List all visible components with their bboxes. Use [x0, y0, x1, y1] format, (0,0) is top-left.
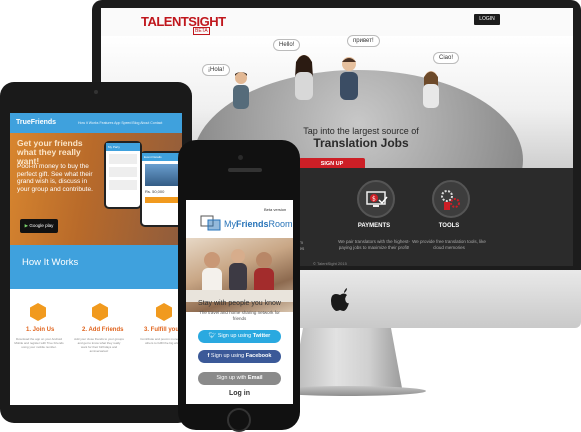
imac-stand: [292, 328, 402, 388]
iphone-camera: [238, 155, 243, 160]
app-amount: Rs. 50,000: [145, 189, 165, 194]
speech-bubble: привет!: [347, 35, 380, 47]
google-play-button[interactable]: ▶ Google play: [20, 219, 58, 233]
myfriendsroom-logo[interactable]: MyFriendsRoom: [224, 219, 293, 229]
app-card: [109, 167, 137, 177]
step-title: 3. Fulfill you: [144, 327, 180, 333]
truefriends-menu[interactable]: How it Works Features App Speed Blog Abo…: [78, 121, 162, 125]
travel-tagline: The travel and home sharing network for …: [199, 310, 280, 321]
feature-desc: We provide free translation tools, like …: [412, 239, 486, 250]
logo-my: My: [224, 219, 236, 229]
iphone-home-button[interactable]: [227, 408, 251, 432]
button-label-bold: Facebook: [245, 353, 272, 359]
app-card: [109, 154, 137, 164]
signup-twitter-button[interactable]: 🐦︎ Sign up using Twitter: [198, 330, 281, 343]
app-screen-title: Event Details: [142, 153, 182, 161]
step-desc: Download the app on your Android Mobile …: [14, 337, 64, 349]
apple-logo-icon: [331, 288, 349, 311]
beta-badge: BETA: [193, 27, 210, 35]
friends-photo-people: [186, 249, 293, 302]
speech-bubble: ¡Hola!: [202, 64, 231, 76]
truefriends-screen: TrueFriends How it Works Features App Sp…: [10, 113, 182, 405]
app-card: [109, 180, 137, 190]
app-screen-title: My Party: [106, 143, 140, 151]
ipad-camera: [94, 90, 98, 94]
truefriends-logo[interactable]: TrueFriends: [16, 119, 56, 126]
feature-desc: We pair translators with the highest-pay…: [338, 239, 410, 250]
dollar-monitor-icon: $: [366, 191, 388, 207]
talentsight-logo[interactable]: TALENTSIGHT: [141, 14, 226, 29]
button-label-bold: Email: [247, 375, 263, 381]
button-label: Sign up using: [217, 333, 253, 339]
speech-bubble: Hello!: [273, 39, 301, 51]
app-button: [145, 197, 179, 203]
signup-email-button[interactable]: Sign up with Email: [198, 372, 281, 385]
myfriendsroom-screen: Beta version MyFriendsRoom Stay with peo…: [186, 200, 293, 404]
feature-circle: [432, 180, 470, 218]
app-phone-mockup: My Party: [104, 141, 142, 209]
copyright: © TalentSight 2015: [313, 261, 347, 266]
play-icon: ▶: [24, 223, 29, 228]
add-friends-icon: [92, 303, 108, 321]
myfriendsroom-logo-icon: [200, 215, 221, 231]
twitter-icon: 🐦︎: [208, 333, 217, 339]
stay-heading: Stay with people you know: [198, 300, 281, 307]
logo-friends: Friends: [236, 219, 269, 229]
step-title: 2. Add Friends: [82, 327, 124, 333]
app-phone-mockup: Event Details Rs. 50,000: [140, 151, 182, 227]
signup-facebook-button[interactable]: f Sign up using Facebook: [198, 350, 281, 363]
button-label: Sign up with: [216, 375, 248, 381]
app-image: [145, 164, 179, 186]
beta-version-label: Beta version: [264, 207, 287, 212]
feature-title: TOOLS: [438, 223, 460, 229]
login-link[interactable]: Log in: [186, 390, 293, 397]
person-avatar: [233, 72, 249, 109]
logo-room: Room: [268, 219, 293, 229]
facebook-icon: f: [207, 353, 210, 359]
iphone-speaker: [228, 168, 262, 172]
login-button[interactable]: LOGIN: [474, 14, 500, 25]
step-desc: Add your close friends to your groups an…: [74, 337, 124, 353]
google-play-label: Google play: [29, 223, 54, 228]
person-avatar: [295, 55, 313, 100]
speech-bubble: Ciao!: [433, 52, 460, 64]
join-icon: [30, 303, 46, 321]
feature-title: PAYMENTS: [357, 223, 391, 229]
svg-text:$: $: [372, 196, 376, 203]
truefriends-hero-title: Get your friends what they really want!: [17, 138, 83, 166]
feature-circle: $: [357, 180, 395, 218]
truefriends-hero-text: Pool-in money to buy the perfect gift. S…: [17, 163, 93, 193]
gears-icon: [441, 190, 460, 210]
person-avatar: [423, 71, 439, 108]
step-title: 1. Join Us: [26, 327, 55, 333]
step-desc: Contribute and pool-in money with others…: [140, 337, 182, 345]
fulfill-icon: [156, 303, 172, 321]
button-label-bold: Twitter: [252, 333, 271, 339]
button-label: Sign up using: [210, 353, 246, 359]
person-avatar: [340, 57, 358, 100]
hero-tagline: Tap into the largest source of: [303, 126, 419, 136]
how-it-works-title: How It Works: [22, 257, 79, 268]
